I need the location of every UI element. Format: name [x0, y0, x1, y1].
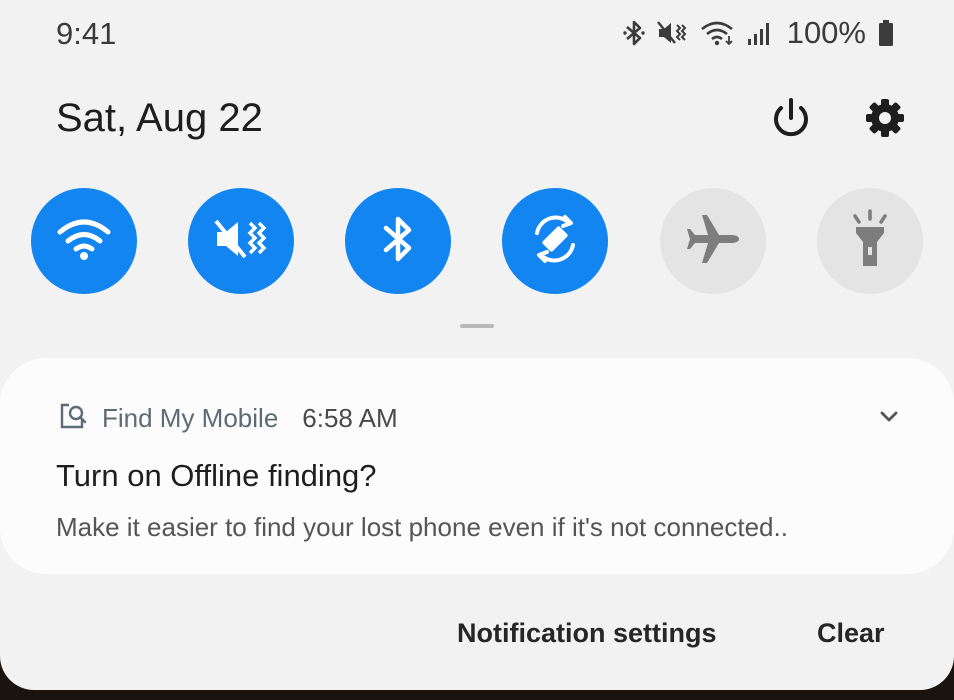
sound-mode-toggle[interactable] — [188, 188, 294, 294]
notification-shade: 9:41 100% Sat, Aug 22 Find My Mobile 6:5… — [0, 0, 954, 690]
status-time: 9:41 — [56, 16, 117, 51]
clear-button[interactable]: Clear — [817, 618, 885, 649]
auto-rotate-toggle[interactable] — [502, 188, 608, 294]
notification-header: Find My Mobile 6:58 AM — [58, 400, 398, 436]
drag-handle[interactable] — [460, 324, 494, 328]
expand-button[interactable] — [874, 404, 904, 434]
airplane-icon — [683, 209, 743, 274]
flashlight-icon — [845, 208, 895, 274]
chevron-down-icon — [879, 410, 899, 429]
bluetooth-icon — [623, 19, 645, 47]
settings-button[interactable] — [861, 96, 909, 144]
signal-icon — [747, 19, 773, 47]
find-my-mobile-icon — [58, 401, 88, 436]
battery-percentage: 100% — [786, 15, 866, 50]
rotate-icon — [527, 211, 583, 272]
notification-app-name: Find My Mobile — [102, 402, 279, 433]
notification-settings-button[interactable]: Notification settings — [457, 618, 717, 649]
airplane-mode-toggle[interactable] — [660, 188, 766, 294]
wifi-icon — [699, 19, 735, 47]
flashlight-toggle[interactable] — [817, 188, 923, 294]
vibrate-icon — [213, 215, 269, 268]
vibrate-icon — [656, 19, 687, 47]
date-label: Sat, Aug 22 — [56, 96, 263, 140]
power-button[interactable] — [767, 96, 815, 144]
wifi-toggle[interactable] — [31, 188, 137, 294]
notification-title: Turn on Offline finding? — [56, 458, 377, 493]
battery-icon — [878, 19, 894, 47]
notification-time: 6:58 AM — [302, 402, 398, 433]
bluetooth-toggle[interactable] — [345, 188, 451, 294]
status-icons: 100% — [623, 12, 894, 54]
gear-icon — [864, 97, 906, 144]
power-icon — [769, 96, 813, 145]
bluetooth-icon — [378, 213, 418, 270]
wifi-icon — [56, 216, 112, 267]
notification-body: Make it easier to find your lost phone e… — [56, 512, 788, 542]
